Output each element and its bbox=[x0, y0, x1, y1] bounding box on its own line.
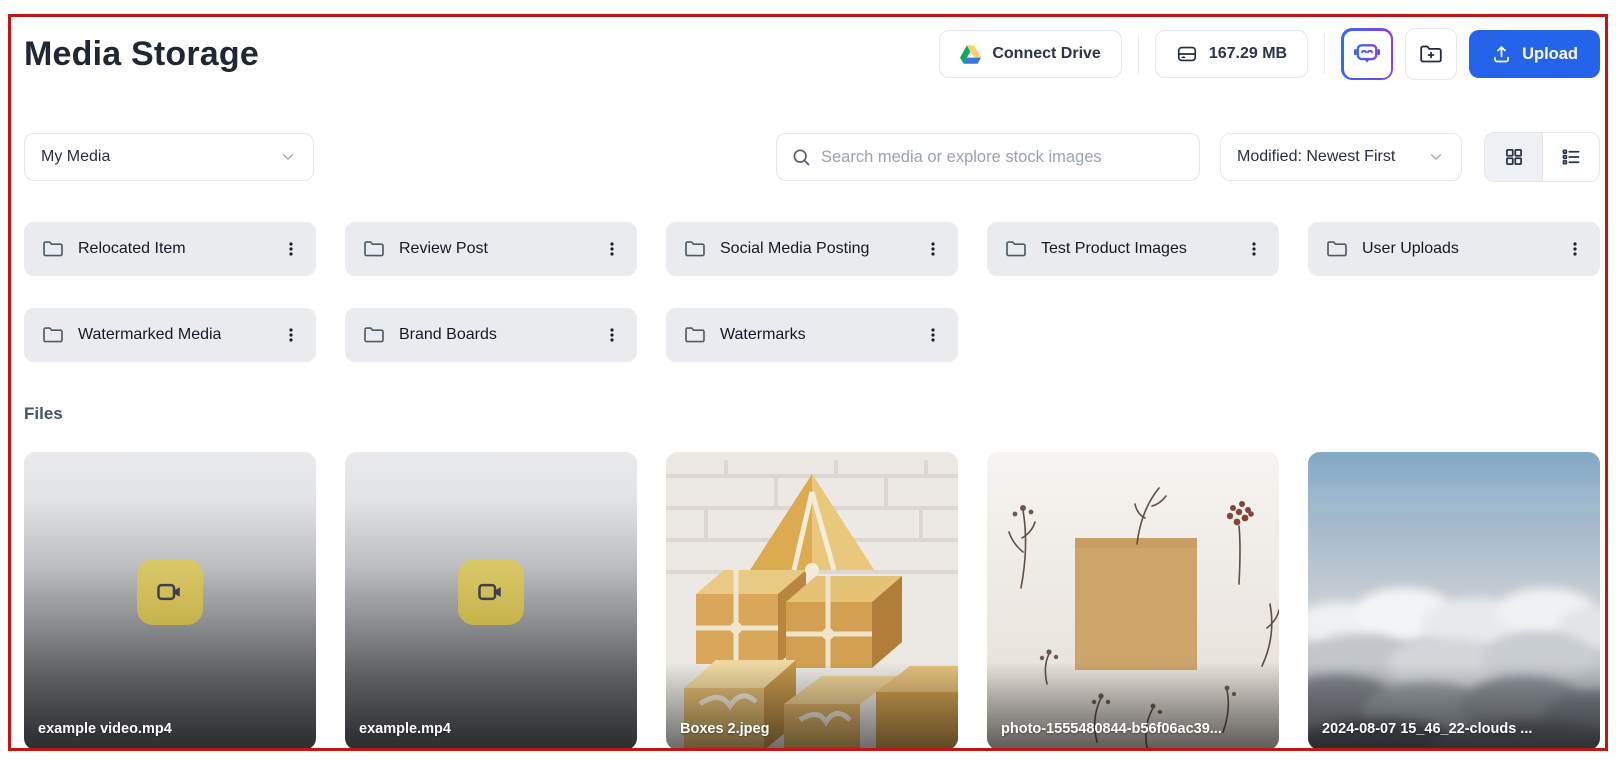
folder-card-user-uploads[interactable]: User Uploads bbox=[1308, 222, 1600, 276]
folder-name: Relocated Item bbox=[78, 240, 186, 258]
upload-icon bbox=[1491, 44, 1512, 65]
sort-value: Modified: Newest First bbox=[1237, 148, 1395, 166]
folder-card-brand-boards[interactable]: Brand Boards bbox=[345, 308, 637, 362]
file-card-image[interactable]: 2024-08-07 15_46_22-clouds ... bbox=[1308, 452, 1600, 750]
folder-menu-button[interactable] bbox=[1560, 234, 1590, 264]
connect-drive-button[interactable]: Connect Drive bbox=[939, 30, 1121, 78]
create-folder-button[interactable] bbox=[1405, 28, 1457, 80]
page-title: Media Storage bbox=[24, 35, 259, 74]
page-header: Media Storage Connect Drive bbox=[24, 28, 1600, 80]
folder-grid: Relocated Item Review Post Social Media … bbox=[24, 222, 1600, 362]
file-grid: example video.mp4 example.mp4 bbox=[24, 452, 1600, 750]
list-view-button[interactable] bbox=[1542, 133, 1599, 181]
header-actions: Connect Drive 167.29 MB bbox=[939, 28, 1600, 80]
list-view-icon bbox=[1561, 147, 1581, 167]
upload-button[interactable]: Upload bbox=[1469, 30, 1600, 78]
upload-label: Upload bbox=[1522, 45, 1578, 64]
storage-usage-value: 167.29 MB bbox=[1209, 45, 1287, 63]
folder-card-watermarked-media[interactable]: Watermarked Media bbox=[24, 308, 316, 362]
video-camera-icon bbox=[476, 577, 506, 607]
search-input[interactable] bbox=[821, 148, 1185, 167]
media-filter-select[interactable]: My Media bbox=[24, 133, 314, 181]
sort-select[interactable]: Modified: Newest First bbox=[1220, 133, 1462, 181]
video-camera-icon bbox=[155, 577, 185, 607]
folder-menu-button[interactable] bbox=[918, 320, 948, 350]
divider bbox=[1138, 34, 1139, 74]
file-name: photo-1555480844-b56f06ac39... bbox=[1001, 721, 1269, 737]
folder-name: Test Product Images bbox=[1041, 240, 1187, 258]
folder-menu-button[interactable] bbox=[276, 320, 306, 350]
storage-usage-chip[interactable]: 167.29 MB bbox=[1155, 30, 1308, 78]
folder-icon bbox=[1005, 238, 1027, 260]
file-card-video[interactable]: example video.mp4 bbox=[24, 452, 316, 750]
folder-card-test-product-images[interactable]: Test Product Images bbox=[987, 222, 1279, 276]
ai-assistant-icon bbox=[1352, 39, 1382, 69]
search-box bbox=[776, 133, 1200, 181]
folder-name: User Uploads bbox=[1362, 240, 1459, 258]
filter-toolbar: My Media Modified: Newest First bbox=[24, 132, 1600, 182]
google-drive-icon bbox=[960, 45, 981, 64]
folder-menu-button[interactable] bbox=[597, 234, 627, 264]
folder-icon bbox=[363, 324, 385, 346]
folder-menu-button[interactable] bbox=[597, 320, 627, 350]
folder-card-watermarks[interactable]: Watermarks bbox=[666, 308, 958, 362]
folder-name: Watermarked Media bbox=[78, 326, 221, 344]
folder-card-social-media-posting[interactable]: Social Media Posting bbox=[666, 222, 958, 276]
folder-card-relocated-item[interactable]: Relocated Item bbox=[24, 222, 316, 276]
folder-icon bbox=[1326, 238, 1348, 260]
folder-name: Watermarks bbox=[720, 326, 806, 344]
view-mode-toggle bbox=[1484, 132, 1600, 182]
folder-icon bbox=[684, 324, 706, 346]
folder-icon bbox=[42, 238, 64, 260]
folder-menu-button[interactable] bbox=[276, 234, 306, 264]
file-name: example.mp4 bbox=[359, 721, 627, 737]
file-card-image[interactable]: photo-1555480844-b56f06ac39... bbox=[987, 452, 1279, 750]
chevron-down-icon bbox=[279, 148, 297, 166]
media-filter-value: My Media bbox=[41, 148, 110, 166]
folder-name: Social Media Posting bbox=[720, 240, 869, 258]
file-name: 2024-08-07 15_46_22-clouds ... bbox=[1322, 721, 1590, 737]
ai-assistant-button[interactable] bbox=[1341, 28, 1393, 80]
folder-name: Review Post bbox=[399, 240, 488, 258]
folder-card-review-post[interactable]: Review Post bbox=[345, 222, 637, 276]
folder-icon bbox=[363, 238, 385, 260]
search-icon bbox=[791, 147, 811, 167]
folder-icon bbox=[42, 324, 64, 346]
file-card-video[interactable]: example.mp4 bbox=[345, 452, 637, 750]
folder-name: Brand Boards bbox=[399, 326, 497, 344]
hard-drive-icon bbox=[1176, 43, 1198, 65]
folder-plus-icon bbox=[1419, 42, 1443, 66]
file-name: example video.mp4 bbox=[38, 721, 306, 737]
grid-view-button[interactable] bbox=[1485, 133, 1542, 181]
files-section-heading: Files bbox=[24, 404, 1600, 424]
file-name: Boxes 2.jpeg bbox=[680, 721, 948, 737]
folder-icon bbox=[684, 238, 706, 260]
media-storage-page: Media Storage Connect Drive bbox=[24, 14, 1600, 750]
divider bbox=[1324, 34, 1325, 74]
connect-drive-label: Connect Drive bbox=[992, 45, 1100, 63]
folder-menu-button[interactable] bbox=[1239, 234, 1269, 264]
folder-menu-button[interactable] bbox=[918, 234, 948, 264]
grid-view-icon bbox=[1504, 147, 1524, 167]
file-card-image[interactable]: Boxes 2.jpeg bbox=[666, 452, 958, 750]
chevron-down-icon bbox=[1427, 148, 1445, 166]
